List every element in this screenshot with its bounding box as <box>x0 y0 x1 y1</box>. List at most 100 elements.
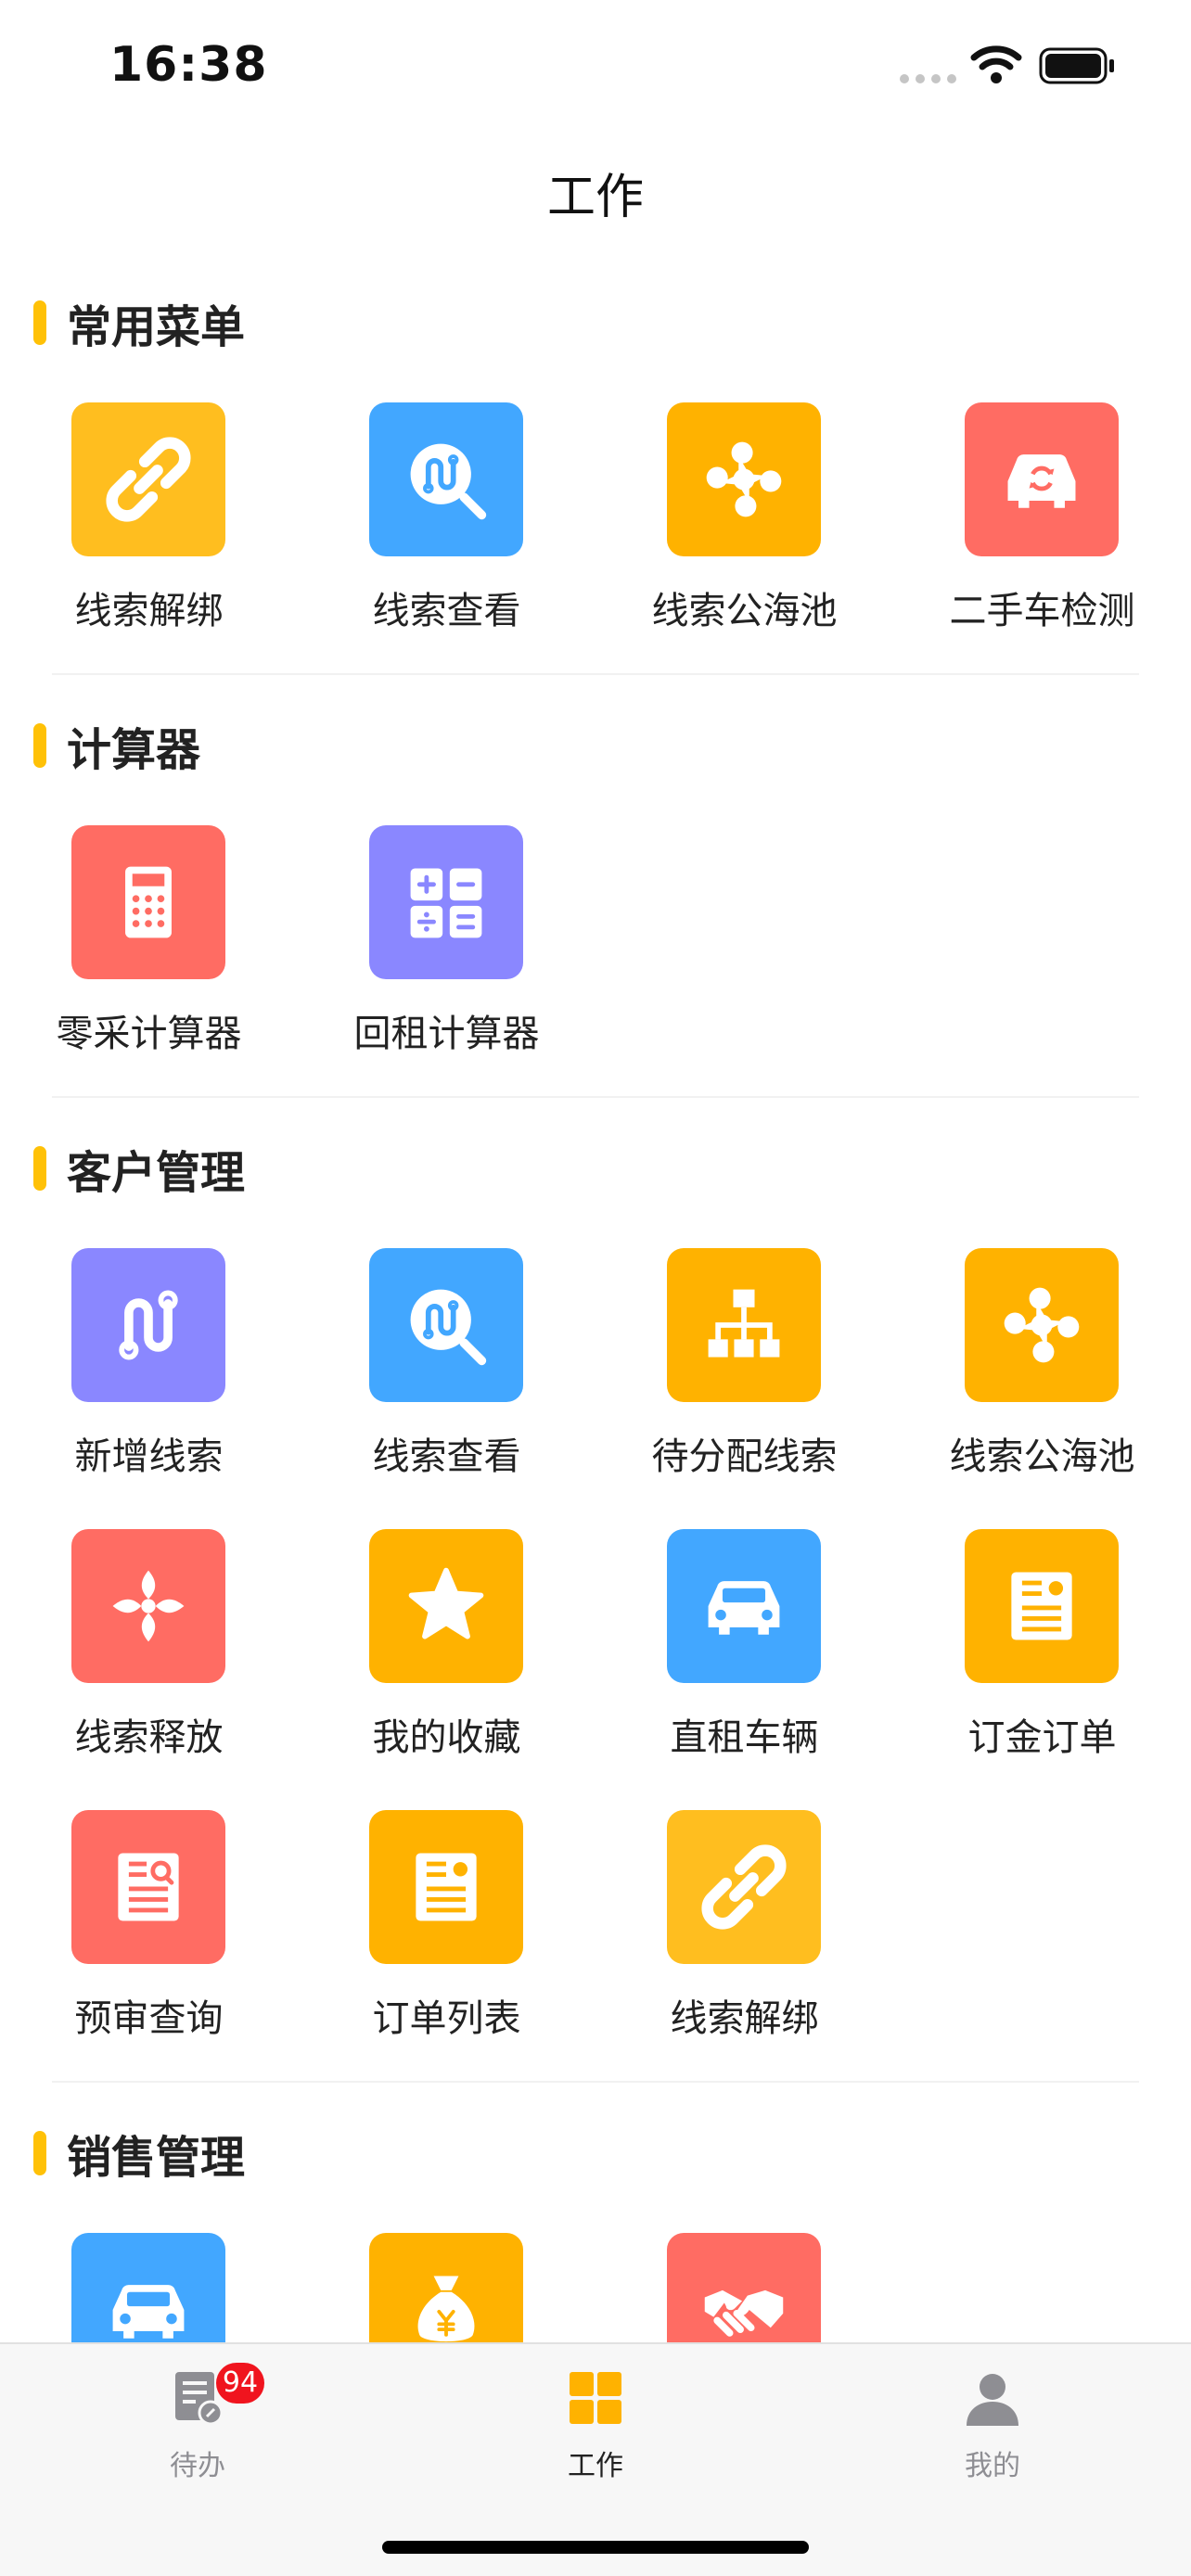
section-header-common: 常用菜单 <box>33 295 245 353</box>
section-title: 客户管理 <box>67 1147 246 1199</box>
tile <box>71 1810 225 1964</box>
section-header-sales: 销售管理 <box>33 2125 245 2184</box>
section-divider <box>52 2081 1139 2083</box>
menu-item-clue-unbind[interactable]: 线索解绑 <box>0 402 298 644</box>
item-label: 线索公海池 <box>949 1435 1135 1478</box>
tile <box>369 1529 523 1683</box>
user-icon <box>967 2374 1018 2426</box>
nodes-icon <box>1004 1287 1080 1363</box>
org-chart-icon <box>708 1289 780 1358</box>
item-label: 线索公海池 <box>651 590 838 632</box>
item-label: 我的收藏 <box>372 1716 521 1759</box>
tab-todo[interactable]: 94 待办 <box>58 2344 337 2502</box>
tile <box>965 1529 1119 1683</box>
section-title: 销售管理 <box>67 2132 246 2184</box>
section-divider <box>52 673 1139 675</box>
menu-item-direct-lease-vehicles[interactable]: 直租车辆 <box>596 1529 893 1770</box>
tile <box>369 1810 523 1964</box>
menu-item-leaseback-calculator[interactable]: 回租计算器 <box>298 825 596 1066</box>
section-header-calculator: 计算器 <box>33 718 200 776</box>
release-icon <box>112 1570 185 1642</box>
route-search-icon <box>410 1289 487 1366</box>
item-label: 新增线索 <box>74 1435 224 1478</box>
menu-item-deposit-orders[interactable]: 订金订单 <box>893 1529 1191 1770</box>
menu-item-order-list[interactable]: 订单列表 <box>298 1810 596 2051</box>
tile <box>667 1810 821 1964</box>
menu-item-pre-review-query[interactable]: 预审查询 <box>0 1810 298 2051</box>
item-label: 订金订单 <box>967 1716 1117 1759</box>
item-label: 二手车检测 <box>949 590 1135 632</box>
star-icon <box>408 1567 484 1639</box>
tab-label: 我的 <box>965 2450 1020 2482</box>
cellular-signal-icon <box>900 74 956 83</box>
car-icon <box>112 2285 185 2339</box>
tile <box>71 1529 225 1683</box>
battery-icon <box>1039 47 1114 84</box>
tile <box>369 1248 523 1402</box>
document-icon <box>1011 1572 1072 1640</box>
calculator-icon <box>125 866 172 938</box>
link-icon <box>106 437 191 522</box>
route-icon <box>119 1290 178 1360</box>
tab-label: 待办 <box>170 2450 225 2482</box>
menu-item-used-car-inspection[interactable]: 二手车检测 <box>893 402 1191 644</box>
section-accent-bar <box>33 2131 46 2175</box>
car-icon <box>708 1581 780 1635</box>
page-title: 工作 <box>546 170 644 225</box>
section-divider <box>52 1096 1139 1098</box>
section-accent-bar <box>33 1146 46 1191</box>
tile <box>965 402 1119 556</box>
menu-item-my-favorites[interactable]: 我的收藏 <box>298 1529 596 1770</box>
menu-item-new-clue[interactable]: 新增线索 <box>0 1248 298 1489</box>
item-label: 线索查看 <box>372 590 521 632</box>
menu-item-clue-pool[interactable]: 线索公海池 <box>596 402 893 644</box>
tab-label: 工作 <box>568 2450 623 2482</box>
section-accent-bar <box>33 723 46 768</box>
menu-item-pending-assign-clue[interactable]: 待分配线索 <box>596 1248 893 1489</box>
menu-item-clue-pool[interactable]: 线索公海池 <box>893 1248 1191 1489</box>
document-search-icon <box>118 1853 179 1921</box>
tile <box>667 1529 821 1683</box>
car-check-icon <box>1007 454 1076 508</box>
math-ops-icon <box>410 868 482 938</box>
wifi-icon <box>970 45 1022 83</box>
item-label: 线索解绑 <box>74 590 224 632</box>
item-label: 订单列表 <box>372 1997 521 2040</box>
route-search-icon <box>410 443 487 520</box>
nodes-icon <box>706 441 782 517</box>
home-indicator <box>382 2541 809 2554</box>
tile <box>71 1248 225 1402</box>
item-label: 线索查看 <box>372 1435 521 1478</box>
item-label: 线索解绑 <box>670 1997 819 2040</box>
item-label: 零采计算器 <box>56 1013 242 1055</box>
document-icon <box>416 1853 477 1921</box>
item-label: 待分配线索 <box>651 1435 838 1478</box>
section-title: 常用菜单 <box>67 301 246 353</box>
section-accent-bar <box>33 300 46 345</box>
tile <box>667 402 821 556</box>
menu-item-clue-view[interactable]: 线索查看 <box>298 402 596 644</box>
item-label: 预审查询 <box>74 1997 224 2040</box>
tile <box>369 402 523 556</box>
item-label: 线索释放 <box>74 1716 224 1759</box>
tab-mine[interactable]: 我的 <box>853 2344 1132 2502</box>
menu-item-clue-view[interactable]: 线索查看 <box>298 1248 596 1489</box>
tile <box>369 825 523 979</box>
menu-item-clue-release[interactable]: 线索释放 <box>0 1529 298 1770</box>
item-label: 回租计算器 <box>353 1013 540 1055</box>
menu-item-clue-unbind[interactable]: 线索解绑 <box>596 1810 893 2051</box>
tile <box>71 402 225 556</box>
money-bag-icon <box>417 2276 475 2342</box>
grid-icon <box>570 2372 621 2424</box>
handshake-icon <box>704 2289 784 2337</box>
status-time: 16:38 <box>109 37 268 93</box>
status-bar: 16:38 <box>0 0 1191 139</box>
menu-item-zero-purchase-calculator[interactable]: 零采计算器 <box>0 825 298 1066</box>
tab-work[interactable]: 工作 <box>456 2344 735 2502</box>
tile <box>667 1248 821 1402</box>
tile <box>965 1248 1119 1402</box>
link-icon <box>701 1844 787 1930</box>
tile <box>71 825 225 979</box>
todo-badge: 94 <box>216 2363 264 2404</box>
item-label: 直租车辆 <box>670 1716 819 1759</box>
